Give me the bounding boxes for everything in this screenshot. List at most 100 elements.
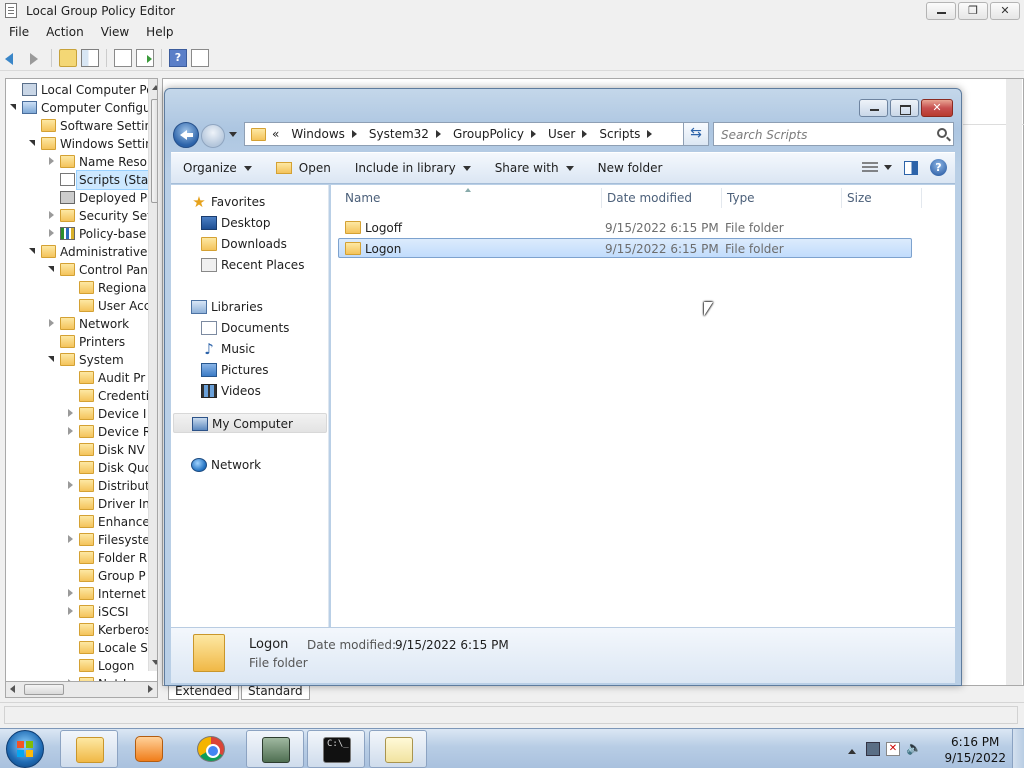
open-button[interactable]: Open	[264, 161, 343, 175]
tree-node[interactable]: System	[6, 351, 148, 369]
close-button[interactable]: ✕	[921, 99, 953, 117]
expanded-arrow-icon[interactable]	[10, 104, 18, 112]
file-row-logon[interactable]: Logon 9/15/2022 6:15 PM File folder	[338, 238, 912, 258]
collapsed-arrow-icon[interactable]	[48, 319, 56, 328]
nav-music[interactable]: ♪ Music	[201, 339, 321, 359]
refresh-icon[interactable]: ⇆	[683, 122, 709, 146]
change-view-icon[interactable]	[862, 161, 878, 174]
tree-node[interactable]: Printers	[6, 333, 148, 351]
menu-action[interactable]: Action	[37, 22, 92, 44]
up-folder-icon[interactable]	[59, 48, 77, 67]
show-hidden-icons-chevron-icon[interactable]	[848, 745, 856, 754]
tree-vertical-scrollbar[interactable]	[148, 79, 157, 671]
tree-node[interactable]: Audit Pr	[6, 369, 148, 387]
nav-videos[interactable]: Videos	[201, 381, 321, 401]
scroll-thumb[interactable]	[24, 684, 64, 695]
preview-pane-icon[interactable]	[904, 160, 918, 175]
tree-node[interactable]: iSCSI	[6, 603, 148, 621]
tab-extended[interactable]: Extended	[168, 684, 239, 700]
tree-node[interactable]: Disk NV	[6, 441, 148, 459]
properties-page-icon[interactable]	[114, 48, 132, 67]
collapsed-arrow-icon[interactable]	[48, 229, 56, 238]
tree-node[interactable]: Computer Configu	[6, 99, 151, 117]
tree-node[interactable]: Internet	[6, 585, 148, 603]
collapsed-arrow-icon[interactable]	[67, 481, 75, 490]
file-list[interactable]: Name Date modified Type Size Logoff 9/15…	[331, 185, 955, 627]
collapsed-arrow-icon[interactable]	[48, 157, 56, 166]
tree-node[interactable]: Locale S	[6, 639, 148, 657]
collapsed-arrow-icon[interactable]	[67, 427, 75, 436]
collapsed-arrow-icon[interactable]	[67, 607, 75, 616]
tree-node[interactable]: Device I	[6, 405, 148, 423]
collapsed-arrow-icon[interactable]	[67, 589, 75, 598]
file-row-logoff[interactable]: Logoff 9/15/2022 6:15 PM File folder	[339, 218, 913, 238]
maximize-button[interactable]	[890, 99, 919, 117]
show-desktop-button[interactable]	[1012, 729, 1024, 768]
nav-downloads[interactable]: Downloads	[201, 234, 321, 254]
export-list-icon[interactable]	[136, 48, 154, 67]
tree-node[interactable]: User Acc	[6, 297, 150, 315]
show-hide-tree-icon[interactable]	[81, 48, 99, 67]
expanded-arrow-icon[interactable]	[48, 356, 56, 364]
back-arrow-icon[interactable]	[4, 49, 22, 67]
tree-node[interactable]: Device R	[6, 423, 151, 441]
nav-desktop[interactable]: Desktop	[201, 213, 321, 233]
action-center-flag-icon[interactable]: ✕	[886, 742, 900, 756]
nav-recent-places[interactable]: Recent Places	[201, 255, 321, 275]
collapsed-arrow-icon[interactable]	[67, 409, 75, 418]
tree-node[interactable]: Logon	[6, 657, 148, 675]
new-folder-button[interactable]: New folder	[586, 161, 675, 175]
taskbar-chrome[interactable]	[182, 730, 240, 768]
tree-node[interactable]: Kerberos	[6, 621, 151, 639]
breadcrumb-grouppolicy[interactable]: GroupPolicy	[447, 127, 542, 141]
column-type[interactable]: Type	[727, 191, 755, 205]
forward-arrow-icon[interactable]	[26, 49, 44, 67]
tree-node[interactable]: Regiona	[6, 279, 148, 297]
breadcrumb-user[interactable]: User	[542, 127, 593, 141]
tree-node[interactable]: Scripts (Star	[6, 170, 157, 190]
show-action-pane-icon[interactable]	[191, 48, 209, 67]
help-icon[interactable]: ?	[169, 48, 187, 67]
tree-node[interactable]: Filesyste	[6, 531, 150, 549]
menu-help[interactable]: Help	[137, 22, 181, 44]
tree-node[interactable]: Windows Settin	[6, 135, 153, 153]
tree-node[interactable]: Distribut	[6, 477, 150, 495]
expanded-arrow-icon[interactable]	[29, 248, 37, 256]
tree-horizontal-scrollbar[interactable]	[5, 681, 158, 698]
back-button[interactable]	[173, 122, 199, 148]
tab-standard[interactable]: Standard	[241, 684, 310, 700]
menu-view[interactable]: View	[92, 22, 137, 44]
include-in-library-button[interactable]: Include in library	[343, 161, 483, 175]
menu-file[interactable]: File	[0, 22, 37, 44]
nav-libraries[interactable]: Libraries	[191, 297, 321, 317]
nav-my-computer[interactable]: My Computer	[173, 413, 327, 433]
tree-node[interactable]: Local Computer Policy	[6, 81, 157, 99]
network-tray-icon[interactable]	[866, 742, 880, 756]
nav-documents[interactable]: Documents	[201, 318, 321, 338]
column-name[interactable]: Name	[345, 191, 380, 205]
tree-node[interactable]: Security Set	[6, 207, 152, 225]
taskbar-command-prompt[interactable]: C:\_	[307, 730, 365, 768]
tree-node[interactable]: Enhance	[6, 513, 150, 531]
minimize-button[interactable]	[859, 99, 888, 117]
breadcrumb-windows[interactable]: Windows	[285, 127, 363, 141]
scroll-thumb[interactable]	[151, 99, 157, 203]
view-options-chevron-icon[interactable]	[884, 165, 892, 174]
restore-button[interactable]: ❐	[958, 2, 988, 20]
organize-button[interactable]: Organize	[171, 161, 264, 175]
details-vertical-scrollbar[interactable]	[1006, 79, 1022, 685]
tree-node[interactable]: Policy-base	[6, 225, 148, 243]
address-bar[interactable]: « Windows System32 GroupPolicy User Scri…	[244, 122, 708, 146]
search-icon[interactable]	[937, 128, 947, 138]
start-button[interactable]	[6, 730, 44, 768]
scroll-up-icon[interactable]	[152, 81, 157, 90]
collapsed-arrow-icon[interactable]	[48, 211, 56, 220]
expanded-arrow-icon[interactable]	[29, 140, 37, 148]
tree-node[interactable]: Deployed Pr	[6, 189, 152, 207]
scroll-right-icon[interactable]	[148, 685, 153, 693]
scroll-down-icon[interactable]	[152, 660, 157, 669]
tree-node[interactable]: Disk Quo	[6, 459, 152, 477]
help-icon[interactable]: ?	[930, 159, 947, 176]
search-input[interactable]: Search Scripts	[713, 122, 954, 146]
nav-pictures[interactable]: Pictures	[201, 360, 321, 380]
